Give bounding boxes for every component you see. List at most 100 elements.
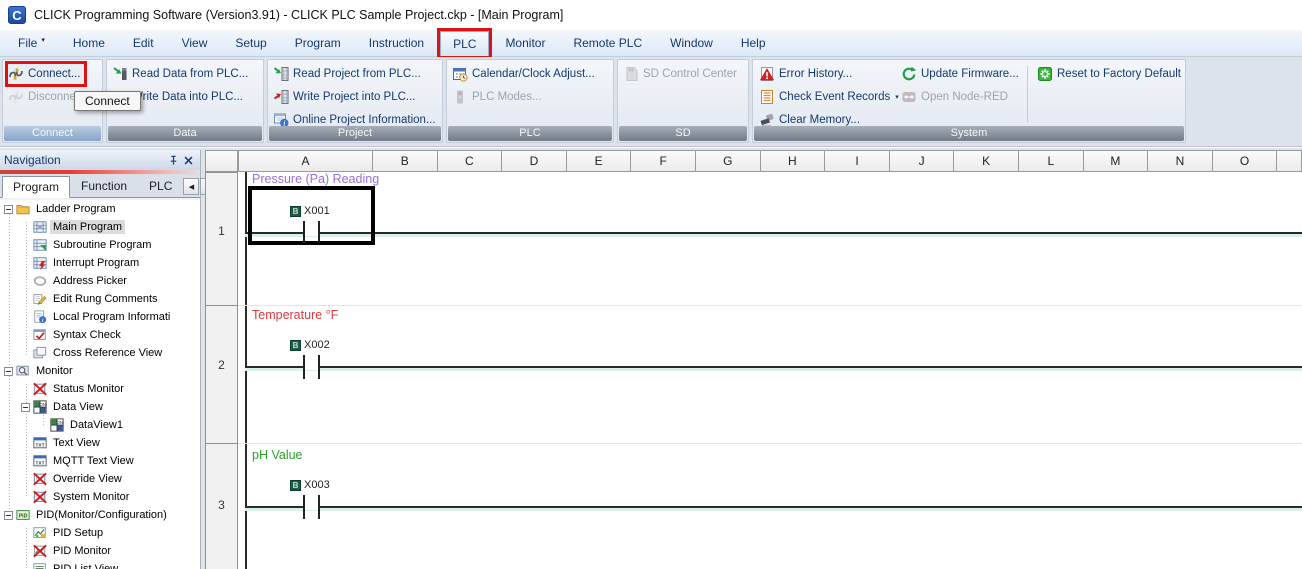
column-header-b[interactable]: B — [372, 150, 438, 172]
tree-item-pid-list-view[interactable]: PID List View — [0, 560, 121, 569]
column-header-i[interactable]: I — [824, 150, 890, 172]
tree-item-dataview1[interactable]: ON DataView1 — [0, 416, 126, 434]
disconnect-icon — [8, 89, 24, 105]
contact-x003[interactable]: B X003 — [290, 479, 330, 491]
rung-number-cell-3[interactable]: 3 — [205, 443, 238, 569]
rung-comment[interactable]: pH Value — [252, 448, 303, 462]
tree-item-syntax-check[interactable]: Syntax Check — [0, 326, 124, 344]
column-header-g[interactable]: G — [695, 150, 761, 172]
rung-line — [245, 366, 1302, 368]
menu-item-remote-plc[interactable]: Remote PLC — [559, 30, 656, 56]
tree-item-text-view[interactable]: TXT Text View — [0, 434, 103, 452]
ribbon-button-update-firmware[interactable]: Update Firmware... — [901, 64, 1019, 84]
tree-expander-minus[interactable] — [4, 366, 13, 376]
tab-program[interactable]: Program — [2, 176, 71, 198]
column-header-j[interactable]: J — [888, 150, 955, 172]
navigation-panel: Navigation ProgramFunctionPLC◀▶ Ladder P… — [0, 150, 217, 569]
contact-x002[interactable]: B X002 — [290, 339, 330, 351]
ribbon-group-label: System — [754, 126, 1184, 141]
column-header-f[interactable]: F — [630, 150, 696, 172]
column-header-k[interactable]: K — [953, 150, 1019, 172]
tree-item-address-picker[interactable]: Address Picker — [0, 272, 130, 290]
ladder-editor: A B C D E F G H I J K L M N O 1 B X001 Pressure (Pa) Readi… — [205, 150, 1302, 569]
menu-item-program[interactable]: Program — [281, 30, 355, 56]
program-info-icon: i — [33, 310, 47, 324]
tree-item-label: PID Monitor — [53, 545, 112, 557]
menu-item-edit[interactable]: Edit — [119, 30, 168, 56]
read-project-icon — [273, 66, 289, 82]
menu-item-view[interactable]: View — [168, 30, 222, 56]
column-header-d[interactable]: D — [501, 150, 567, 172]
reset-factory-icon — [1037, 66, 1053, 82]
ribbon-button-label: Check Event Records — [779, 91, 891, 103]
tab-function[interactable]: Function — [70, 175, 138, 197]
ribbon-group-label: Data — [108, 126, 262, 141]
rung-comment[interactable]: Pressure (Pa) Reading — [252, 172, 379, 186]
tree-item-subroutine-program[interactable]: Subroutine Program — [0, 236, 154, 254]
column-header-c[interactable]: C — [436, 150, 503, 172]
menu-item-plc[interactable]: PLC — [440, 31, 490, 56]
ribbon-button-read-project-from-plc[interactable]: Read Project from PLC... — [273, 64, 421, 84]
svg-text:TXT: TXT — [35, 442, 44, 448]
tree-expander-minus[interactable] — [4, 204, 13, 214]
pin-icon[interactable] — [166, 153, 181, 168]
window-title: CLICK Programming Software (Version3.91)… — [34, 8, 564, 22]
ribbon-button-write-project-into-plc[interactable]: Write Project into PLC... — [273, 87, 416, 107]
tree-item-label: Subroutine Program — [53, 239, 152, 251]
rung-number-cell-2[interactable]: 2 — [205, 305, 238, 444]
menu-item-window[interactable]: Window — [656, 30, 727, 56]
tree-item-main-program[interactable]: Main Program — [0, 218, 126, 236]
tree-item-interrupt-program[interactable]: Interrupt Program — [0, 254, 142, 272]
tree-item-override-view[interactable]: OV Override View — [0, 470, 125, 488]
ribbon-button-reset-to-factory-default[interactable]: Reset to Factory Default — [1037, 64, 1181, 84]
ribbon-button-connect[interactable]: Connect... — [8, 64, 85, 84]
tree-expander-minus[interactable] — [21, 402, 30, 412]
tree-item-local-program-informati[interactable]: i Local Program Informati — [0, 308, 173, 326]
tab-plc[interactable]: PLC — [138, 175, 183, 197]
tree-item-pid-setup[interactable]: PID Setup — [0, 524, 106, 542]
menu-item-monitor[interactable]: Monitor — [491, 30, 559, 56]
rung-comment[interactable]: Temperature °F — [252, 308, 338, 322]
menu-item-instruction[interactable]: Instruction — [355, 30, 438, 56]
tree-item-cross-reference-view[interactable]: Cross Reference View — [0, 344, 165, 362]
ribbon-button-label: Update Firmware... — [921, 68, 1019, 80]
menu-item-setup[interactable]: Setup — [221, 30, 280, 56]
column-header-m[interactable]: M — [1082, 150, 1149, 172]
tree-item-ladder-program[interactable]: Ladder Program — [0, 200, 119, 218]
menu-item-file[interactable]: File ▾ — [4, 30, 59, 56]
menu-item-help[interactable]: Help — [727, 30, 780, 56]
menu-item-home[interactable]: Home — [59, 30, 119, 56]
column-header-l[interactable]: L — [1018, 150, 1084, 172]
column-header-n[interactable]: N — [1147, 150, 1213, 172]
menu-item-label: Help — [740, 36, 766, 50]
tree-item-pid-monitor[interactable]: PID Monitor — [0, 542, 114, 560]
close-icon[interactable] — [181, 153, 196, 168]
tree-item-label: DataView1 — [70, 419, 123, 431]
tree-item-status-monitor[interactable]: Status Monitor — [0, 380, 127, 398]
rung-number-cell-1[interactable]: 1 — [205, 172, 238, 306]
rung-number: 1 — [218, 224, 225, 238]
tab-scroll-left-icon[interactable]: ◀ — [183, 178, 200, 195]
column-header-e[interactable]: E — [565, 150, 632, 172]
ribbon-button-calendar-clock-adjust[interactable]: Calendar/Clock Adjust... — [452, 64, 595, 84]
tree-item-data-view[interactable]: ON Data View — [0, 398, 106, 416]
column-header-h[interactable]: H — [759, 150, 826, 172]
contact-bar — [303, 495, 305, 519]
column-header-o[interactable]: O — [1211, 150, 1278, 172]
tree-expander-minus[interactable] — [4, 510, 13, 520]
plc-modes-icon — [452, 89, 468, 105]
ribbon-group-label: PLC — [448, 126, 612, 141]
tree-item-label: Ladder Program — [36, 203, 116, 215]
tree-item-system-monitor[interactable]: System Monitor — [0, 488, 132, 506]
tree-item-pid-monitor-configuration[interactable]: PID PID(Monitor/Configuration) — [0, 506, 170, 524]
tree-item-edit-rung-comments[interactable]: Edit Rung Comments — [0, 290, 161, 308]
tree-item-monitor[interactable]: Monitor — [0, 362, 76, 380]
ribbon-button-label: Reset to Factory Default — [1057, 68, 1181, 80]
syntax-check-icon — [33, 328, 47, 342]
ribbon-button-error-history[interactable]: Error History... — [759, 64, 852, 84]
ribbon-button-check-event-records[interactable]: Check Event Records ▾ — [759, 87, 899, 107]
node-red-icon — [901, 89, 917, 105]
tree-item-mqtt-text-view[interactable]: TXT MQTT Text View — [0, 452, 137, 470]
column-header-a[interactable]: A — [238, 150, 373, 172]
ribbon-button-read-data-from-plc[interactable]: Read Data from PLC... — [112, 64, 248, 84]
